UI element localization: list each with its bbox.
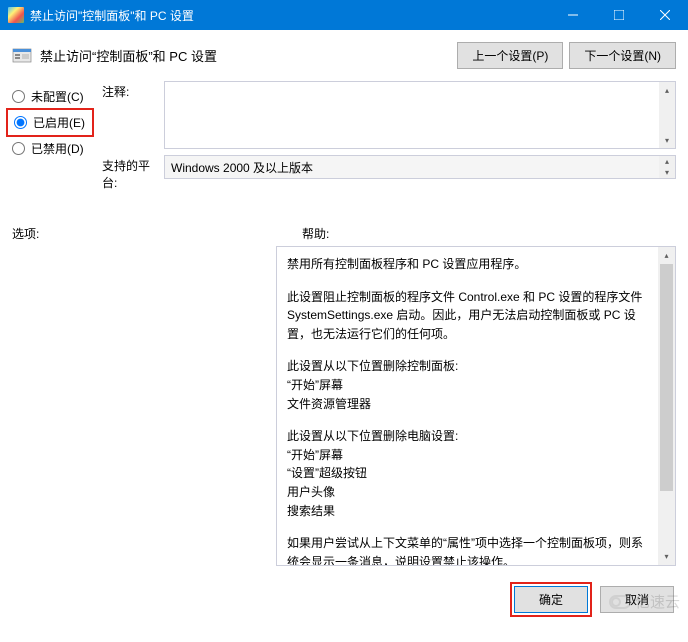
minimize-button[interactable] <box>550 0 596 30</box>
page-title: 禁止访问“控制面板”和 PC 设置 <box>40 46 449 65</box>
help-textbox[interactable]: 禁用所有控制面板程序和 PC 设置应用程序。 此设置阻止控制面板的程序文件 Co… <box>276 246 676 566</box>
options-panel <box>12 246 268 566</box>
help-p4e: 搜索结果 <box>287 502 647 521</box>
scroll-up-icon[interactable]: ▴ <box>658 247 675 264</box>
help-p3c: 文件资源管理器 <box>287 395 647 414</box>
help-p4a: 此设置从以下位置删除电脑设置: <box>287 427 647 446</box>
scroll-down-icon[interactable]: ▾ <box>659 132 675 148</box>
radio-not-configured-input[interactable] <box>12 90 25 103</box>
scroll-up-icon[interactable]: ▴ <box>659 82 675 98</box>
dialog-footer: 确定 取消 <box>0 572 688 627</box>
scroll-down-icon[interactable]: ▾ <box>658 548 675 565</box>
help-scrollbar[interactable]: ▴ ▾ <box>658 247 675 565</box>
supported-platform-box: Windows 2000 及以上版本 ▴ ▾ <box>164 155 676 179</box>
app-icon <box>8 7 24 23</box>
window-title: 禁止访问"控制面板"和 PC 设置 <box>30 7 550 24</box>
prev-setting-button[interactable]: 上一个设置(P) <box>457 42 563 69</box>
platform-scrollbar: ▴ ▾ <box>659 156 675 178</box>
scrollbar-thumb[interactable] <box>660 264 673 491</box>
ok-button[interactable]: 确定 <box>514 586 588 613</box>
radio-not-configured[interactable]: 未配置(C) <box>6 85 94 108</box>
policy-icon <box>12 46 32 66</box>
help-p4b: “开始”屏幕 <box>287 446 647 465</box>
radio-enabled[interactable]: 已启用(E) <box>8 111 92 134</box>
options-section-label: 选项: <box>12 225 302 242</box>
header-row: 禁止访问“控制面板”和 PC 设置 上一个设置(P) 下一个设置(N) <box>0 30 688 77</box>
radio-disabled[interactable]: 已禁用(D) <box>6 137 94 160</box>
help-p4d: 用户头像 <box>287 483 647 502</box>
help-p3b: “开始”屏幕 <box>287 376 647 395</box>
radio-disabled-input[interactable] <box>12 142 25 155</box>
help-p5: 如果用户尝试从上下文菜单的“属性”项中选择一个控制面板项，则系统会显示一条消息，… <box>287 534 647 566</box>
help-p3a: 此设置从以下位置删除控制面板: <box>287 357 647 376</box>
supported-platform-value: Windows 2000 及以上版本 <box>171 159 313 176</box>
next-setting-button[interactable]: 下一个设置(N) <box>569 42 676 69</box>
state-radio-group: 未配置(C) 已启用(E) 已禁用(D) <box>6 81 94 197</box>
radio-enabled-label: 已启用(E) <box>33 114 85 131</box>
radio-enabled-input[interactable] <box>14 116 27 129</box>
maximize-button[interactable] <box>596 0 642 30</box>
comment-textarea[interactable]: ▴ ▾ <box>164 81 676 149</box>
help-p4c: “设置”超级按钮 <box>287 464 647 483</box>
close-button[interactable] <box>642 0 688 30</box>
comment-scrollbar[interactable]: ▴ ▾ <box>659 82 675 148</box>
cancel-button[interactable]: 取消 <box>600 586 674 613</box>
radio-disabled-label: 已禁用(D) <box>31 140 84 157</box>
titlebar: 禁止访问"控制面板"和 PC 设置 <box>0 0 688 30</box>
help-section-label: 帮助: <box>302 225 329 242</box>
scroll-down-icon: ▾ <box>659 167 675 178</box>
radio-not-configured-label: 未配置(C) <box>31 88 84 105</box>
help-p1: 禁用所有控制面板程序和 PC 设置应用程序。 <box>287 255 647 274</box>
scroll-up-icon: ▴ <box>659 156 675 167</box>
help-p2: 此设置阻止控制面板的程序文件 Control.exe 和 PC 设置的程序文件 … <box>287 288 647 344</box>
comment-label: 注释: <box>102 81 164 100</box>
platform-label: 支持的平台: <box>102 155 164 191</box>
